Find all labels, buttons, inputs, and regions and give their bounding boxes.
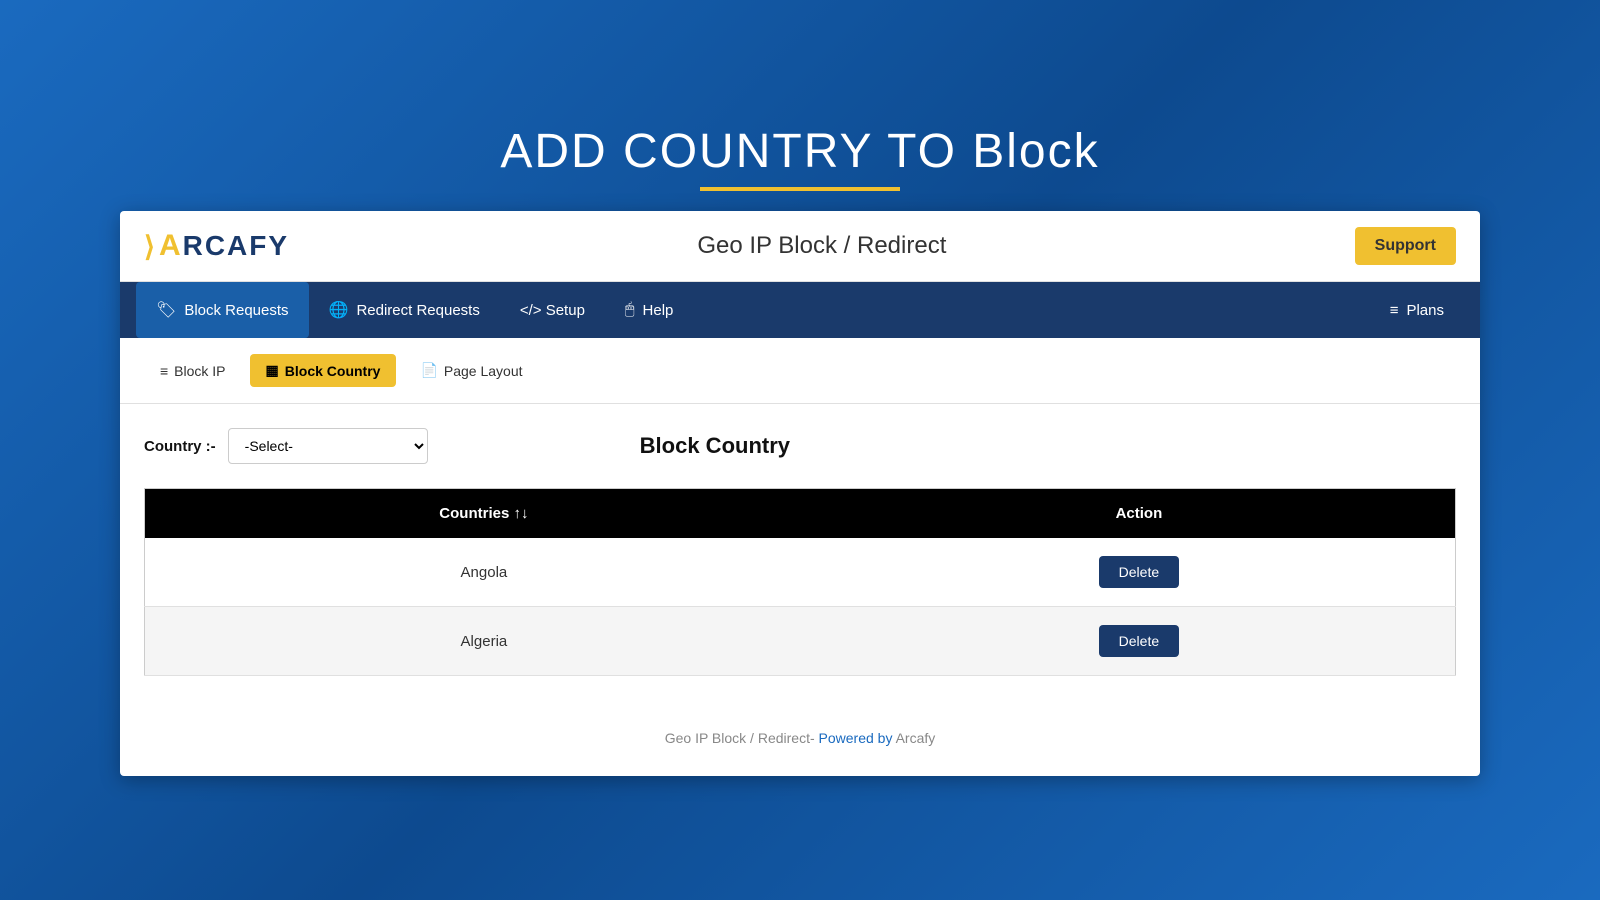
countries-table: Countries ↑↓ Action Angola Delete Algeria D… [144,488,1456,676]
country-cell: Algeria [145,607,823,676]
footer: Geo IP Block / Redirect- Powered by Arca… [120,700,1480,776]
table-row: Angola Delete [145,538,1456,607]
logo-chevron-icon: ⟩ [144,230,155,263]
table-row: Algeria Delete [145,607,1456,676]
page-title: ADD COUNTRY TO Block [20,124,1580,179]
nav-plans[interactable]: ≡ Plans [1370,284,1464,337]
list-icon: ≡ [1390,302,1399,319]
col-countries: Countries ↑↓ [145,489,823,539]
table-icon: ▦ [266,362,279,379]
table-header: Countries ↑↓ Action [145,489,1456,539]
block-country-heading: Block Country [640,433,790,459]
table-body: Angola Delete Algeria Delete [145,538,1456,676]
footer-text: Geo IP Block / Redirect- Powered by Arca… [665,730,936,746]
country-label: Country :- [144,438,216,455]
logo-text: ARCAFY [159,229,289,263]
app-title: Geo IP Block / Redirect [697,232,946,260]
sub-nav: ≡ Block IP ▦ Block Country 📄 Page Layout [120,338,1480,404]
nav-item-block-requests[interactable]: 🏷 Block Requests [136,282,309,338]
help-icon: 🖱 [625,301,635,319]
app-container: ⟩ ARCAFY Geo IP Block / Redirect Support… [120,211,1480,776]
country-select-row: Country :- -Select-AngolaAlgeriaAfghanis… [144,428,1456,464]
action-cell: Delete [823,538,1456,607]
logo: ⟩ ARCAFY [144,229,289,263]
delete-button[interactable]: Delete [1099,556,1179,588]
nav-bar: 🏷 Block Requests 🌐 Redirect Requests </>… [120,282,1480,338]
nav-item-help[interactable]: 🖱 Help [605,283,693,337]
main-content: Country :- -Select-AngolaAlgeriaAfghanis… [120,404,1480,700]
sub-nav-page-layout[interactable]: 📄 Page Layout [404,354,538,387]
logo-a: A [159,229,183,262]
page-header: ADD COUNTRY TO Block [20,124,1580,191]
nav-item-redirect-requests[interactable]: 🌐 Redirect Requests [309,282,500,338]
sub-nav-block-country[interactable]: ▦ Block Country [250,354,397,387]
globe-icon: 🌐 [329,300,349,320]
page-icon: 📄 [420,362,437,379]
top-bar: ⟩ ARCAFY Geo IP Block / Redirect Support [120,211,1480,282]
header-underline [700,187,900,191]
col-action: Action [823,489,1456,539]
delete-button[interactable]: Delete [1099,625,1179,657]
support-button[interactable]: Support [1355,227,1456,265]
list-icon-small: ≡ [160,363,168,379]
tag-icon: 🏷 [156,300,176,320]
sub-nav-block-ip[interactable]: ≡ Block IP [144,355,242,387]
table-header-row: Countries ↑↓ Action [145,489,1456,539]
action-cell: Delete [823,607,1456,676]
country-cell: Angola [145,538,823,607]
nav-item-setup[interactable]: </> Setup [500,284,605,337]
country-select[interactable]: -Select-AngolaAlgeriaAfghanistanAlbaniaA… [228,428,428,464]
